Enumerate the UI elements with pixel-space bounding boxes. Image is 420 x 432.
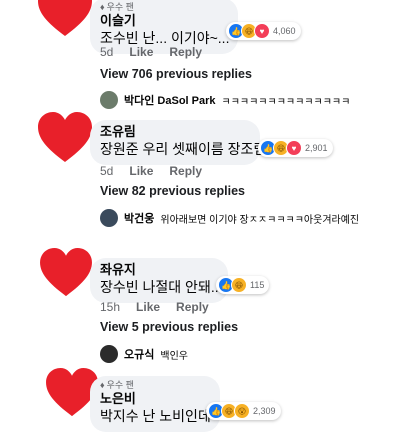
haha-reaction-icon: 😆 [231, 277, 247, 293]
reaction-summary[interactable]: 👍 😆 ♥ 2,901 [258, 139, 333, 157]
reaction-count: 115 [250, 280, 265, 290]
reply-author[interactable]: 박건웅 [124, 210, 154, 226]
like-button[interactable]: Like [129, 164, 153, 178]
latest-reply[interactable]: 박건웅 위아래보면 이기야 장ㅈㅈㅋㅋㅋㅋ아웃겨라예진 [100, 209, 359, 227]
comment-time[interactable]: 5d [100, 164, 113, 178]
reply-text: 백인우 [160, 350, 188, 362]
comment-text: 박지수 난 노비인데 [100, 408, 211, 424]
reply-author[interactable]: 박다인 DaSol Park [124, 92, 216, 108]
commenter-name[interactable]: 이슬기 [100, 13, 228, 29]
reaction-summary[interactable]: 👍 😆 ♥ 4,060 [226, 22, 301, 40]
commenter-name[interactable]: 노은비 [100, 391, 210, 407]
heart-icon [40, 248, 92, 297]
comment-time[interactable]: 5d [100, 45, 113, 59]
comment-time[interactable]: 15h [100, 300, 120, 314]
reply-author[interactable]: 오규식 [124, 346, 154, 362]
comment-text: 장수빈 나절대 안돼... [100, 279, 223, 295]
love-reaction-icon: ♥ [254, 23, 270, 39]
reaction-count: 2,309 [253, 406, 276, 416]
top-fan-badge: ♦ 우수 팬 [100, 380, 134, 390]
latest-reply[interactable]: 박다인 DaSol Park ㅋㅋㅋㅋㅋㅋㅋㅋㅋㅋㅋㅋㅋㅋ [100, 91, 350, 109]
reaction-summary[interactable]: 👍 😆 😮 2,309 [206, 402, 281, 420]
like-button[interactable]: Like [129, 45, 153, 59]
reaction-summary[interactable]: 👍 😆 115 [216, 276, 270, 294]
reply-text: ㅋㅋㅋㅋㅋㅋㅋㅋㅋㅋㅋㅋㅋㅋ [221, 96, 351, 108]
comment-text: 장원준 우리 셋째이름 장조림 [100, 141, 267, 157]
diamond-icon: ♦ [100, 2, 105, 12]
avatar[interactable] [100, 345, 118, 363]
reply-button[interactable]: Reply [176, 300, 209, 314]
view-previous-replies[interactable]: View 82 previous replies [100, 184, 245, 198]
reply-text: 위아래보면 이기야 장ㅈㅈㅋㅋㅋㅋ아웃겨라예진 [160, 214, 360, 226]
heart-icon [38, 0, 92, 36]
reaction-count: 4,060 [273, 26, 296, 36]
diamond-icon: ♦ [100, 380, 105, 390]
wow-reaction-icon: 😮 [234, 403, 250, 419]
top-fan-badge: ♦ 우수 팬 [100, 2, 134, 12]
view-previous-replies[interactable]: View 706 previous replies [100, 67, 252, 81]
comment-bubble: 좌유지 장수빈 나절대 안돼... [90, 258, 228, 303]
comment-bubble: ♦ 우수 팬 노은비 박지수 난 노비인데 [90, 376, 220, 432]
avatar[interactable] [100, 209, 118, 227]
latest-reply[interactable]: 오규식 백인우 [100, 345, 188, 363]
comment-bubble: 조유림 장원준 우리 셋째이름 장조림 [90, 120, 267, 165]
reply-button[interactable]: Reply [169, 45, 202, 59]
avatar[interactable] [100, 91, 118, 109]
like-button[interactable]: Like [136, 300, 160, 314]
view-previous-replies[interactable]: View 5 previous replies [100, 320, 238, 334]
commenter-name[interactable]: 좌유지 [100, 262, 218, 278]
commenter-name[interactable]: 조유림 [100, 124, 250, 140]
heart-icon [38, 112, 92, 162]
reaction-count: 2,901 [305, 143, 328, 153]
reply-button[interactable]: Reply [169, 164, 202, 178]
love-reaction-icon: ♥ [286, 140, 302, 156]
